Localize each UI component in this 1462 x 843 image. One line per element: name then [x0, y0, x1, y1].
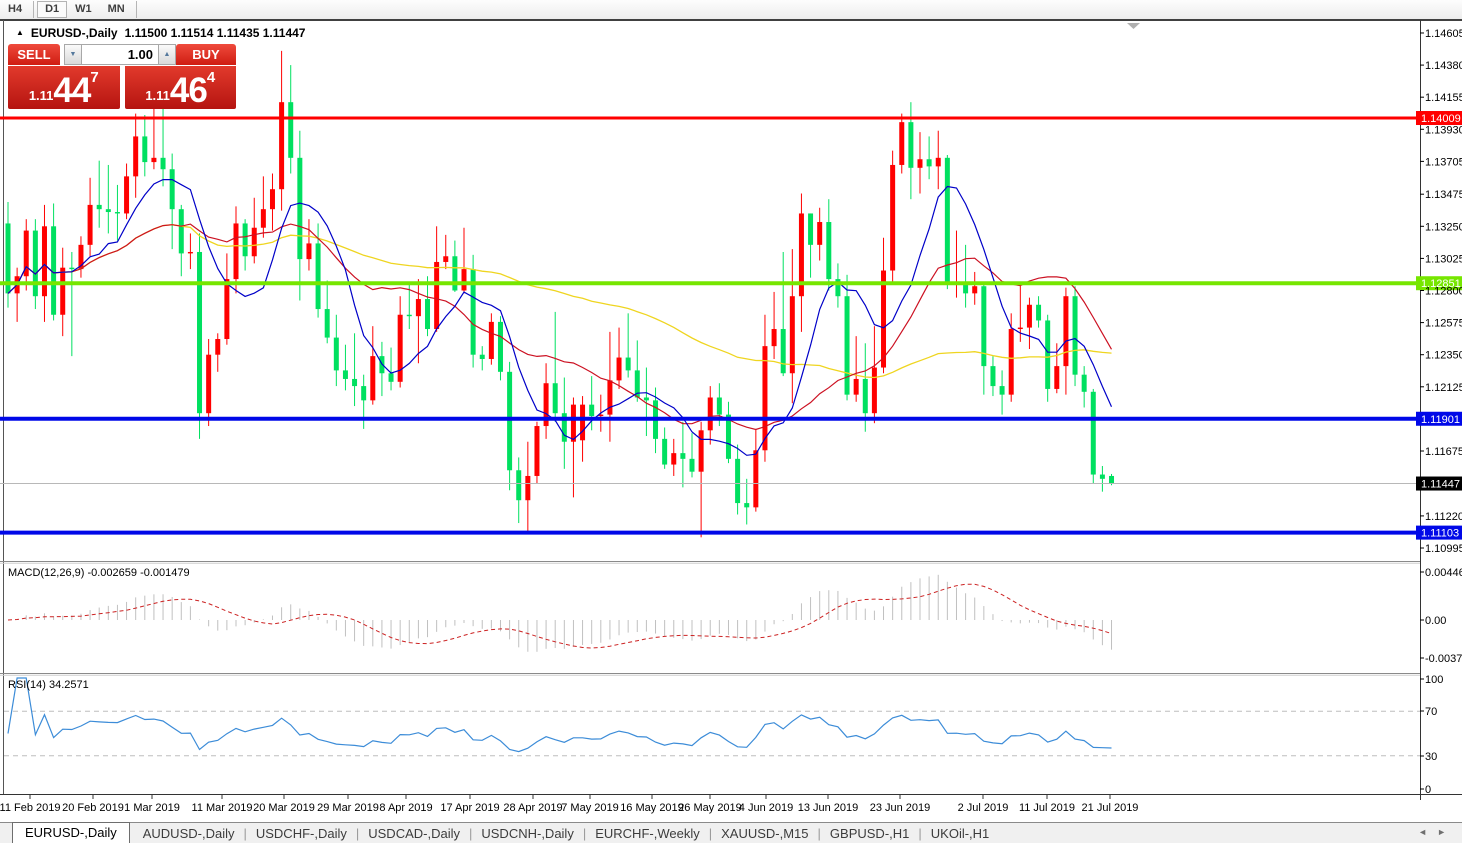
- sell-price-prefix: 1.11: [29, 88, 54, 103]
- svg-text:20 Mar 2019: 20 Mar 2019: [253, 802, 315, 814]
- chart-tab-eurusd-daily[interactable]: EURUSD-,Daily: [12, 822, 130, 843]
- timeframe-d1-button[interactable]: D1: [37, 1, 67, 18]
- svg-text:7 May 2019: 7 May 2019: [561, 802, 618, 814]
- svg-text:100: 100: [1425, 674, 1443, 686]
- tab-separator: |: [916, 826, 923, 841]
- svg-text:1.14380: 1.14380: [1425, 60, 1462, 72]
- svg-text:0.00: 0.00: [1425, 615, 1446, 627]
- svg-text:23 Jun 2019: 23 Jun 2019: [870, 802, 931, 814]
- collapse-triangle-icon[interactable]: ▲: [16, 28, 24, 37]
- svg-text:0.004465: 0.004465: [1425, 567, 1462, 579]
- sell-price-box[interactable]: 1.11447: [8, 65, 120, 109]
- svg-text:1.12350: 1.12350: [1425, 350, 1462, 362]
- svg-text:26 May 2019: 26 May 2019: [678, 802, 742, 814]
- tab-separator: |: [354, 826, 361, 841]
- svg-text:21 Jul 2019: 21 Jul 2019: [1082, 802, 1139, 814]
- svg-text:28 Apr 2019: 28 Apr 2019: [503, 802, 562, 814]
- chart-tab-audusd-daily[interactable]: AUDUSD-,Daily: [136, 826, 242, 841]
- svg-text:1 Mar 2019: 1 Mar 2019: [124, 802, 180, 814]
- svg-text:1.11901: 1.11901: [1421, 414, 1460, 426]
- toolbar-separator: [136, 1, 137, 18]
- volume-increase-button[interactable]: ▲: [158, 44, 176, 65]
- svg-text:16 May 2019: 16 May 2019: [620, 802, 684, 814]
- chart-canvas: 1.140091.128511.119011.111031.114471.146…: [0, 19, 1462, 822]
- svg-text:2 Jul 2019: 2 Jul 2019: [958, 802, 1009, 814]
- tab-separator: |: [467, 826, 474, 841]
- svg-text:30: 30: [1425, 751, 1437, 763]
- timeframe-mn-button[interactable]: MN: [100, 1, 133, 18]
- buy-price-prefix: 1.11: [145, 88, 170, 103]
- tab-separator: |: [241, 826, 248, 841]
- svg-text:1.13705: 1.13705: [1425, 156, 1462, 168]
- chart-tab-xauusd-m15[interactable]: XAUUSD-,M15: [714, 826, 815, 841]
- svg-text:4 Jun 2019: 4 Jun 2019: [739, 802, 793, 814]
- buy-price-box[interactable]: 1.11464: [125, 65, 237, 109]
- svg-text:1.12125: 1.12125: [1425, 382, 1462, 394]
- volume-stepper: ▼ ▲: [64, 44, 176, 65]
- tab-scroll-arrows[interactable]: ◄►: [1418, 827, 1456, 837]
- chart-tab-usdcad-daily[interactable]: USDCAD-,Daily: [361, 826, 467, 841]
- svg-text:-0.003715: -0.003715: [1425, 653, 1462, 665]
- buy-button[interactable]: BUY: [176, 44, 236, 65]
- svg-text:70: 70: [1425, 706, 1437, 718]
- chart-tab-bar: EURUSD-,DailyAUDUSD-,Daily|USDCHF-,Daily…: [0, 822, 1462, 843]
- svg-text:1.13025: 1.13025: [1425, 253, 1462, 265]
- svg-text:1.11675: 1.11675: [1425, 446, 1462, 458]
- svg-text:1.11103: 1.11103: [1421, 528, 1459, 540]
- svg-text:20 Feb 2019: 20 Feb 2019: [62, 802, 124, 814]
- tab-separator: |: [581, 826, 588, 841]
- chart-tab-usdchf-daily[interactable]: USDCHF-,Daily: [249, 826, 354, 841]
- timeframe-toolbar: H4 D1 W1 MN: [0, 0, 1462, 20]
- svg-text:8 Apr 2019: 8 Apr 2019: [379, 802, 432, 814]
- chart-tab-gbpusd-h1[interactable]: GBPUSD-,H1: [823, 826, 916, 841]
- svg-text:1.14009: 1.14009: [1421, 113, 1461, 125]
- rsi-indicator-label: RSI(14) 34.2571: [8, 679, 89, 691]
- svg-text:1.12575: 1.12575: [1425, 318, 1462, 330]
- buy-price-pip: 4: [207, 69, 215, 86]
- svg-text:1.13250: 1.13250: [1425, 221, 1462, 233]
- svg-text:29 Mar 2019: 29 Mar 2019: [317, 802, 379, 814]
- toolbar-separator: [33, 1, 34, 18]
- timeframe-h4-button[interactable]: H4: [0, 1, 30, 18]
- mt4-chart-window: H4 D1 W1 MN 1.140091.128511.119011.11103…: [0, 0, 1462, 843]
- symbol-period-label: EURUSD-,Daily: [31, 26, 118, 40]
- sell-price-pip: 7: [90, 69, 98, 86]
- tab-separator: |: [707, 826, 714, 841]
- sell-button[interactable]: SELL: [8, 44, 60, 65]
- svg-text:1.14605: 1.14605: [1425, 28, 1462, 40]
- svg-text:13 Jun 2019: 13 Jun 2019: [798, 802, 859, 814]
- one-click-trading-panel: SELL ▼ ▲ BUY 1.11447 1.11464: [8, 44, 236, 109]
- svg-text:1.10995: 1.10995: [1425, 543, 1462, 555]
- chart-symbol-title: ▲ EURUSD-,Daily 1.11500 1.11514 1.11435 …: [16, 26, 305, 40]
- svg-text:1.13930: 1.13930: [1425, 124, 1462, 136]
- timeframe-w1-button[interactable]: W1: [67, 1, 100, 18]
- svg-text:1.11220: 1.11220: [1425, 511, 1462, 523]
- svg-text:1.12800: 1.12800: [1425, 285, 1462, 297]
- chart-tab-usdcnh-daily[interactable]: USDCNH-,Daily: [474, 826, 580, 841]
- svg-text:17 Apr 2019: 17 Apr 2019: [440, 802, 499, 814]
- current-price-label: 1.11447: [1421, 479, 1460, 491]
- svg-text:11 Jul 2019: 11 Jul 2019: [1019, 802, 1075, 814]
- chart-tab-eurchf-weekly[interactable]: EURCHF-,Weekly: [588, 826, 707, 841]
- svg-text:11 Feb 2019: 11 Feb 2019: [0, 802, 60, 814]
- tab-separator: |: [816, 826, 823, 841]
- svg-text:11 Mar 2019: 11 Mar 2019: [192, 802, 253, 814]
- sell-price-main: 44: [53, 74, 90, 107]
- chart-tab-ukoil-h1[interactable]: UKOil-,H1: [924, 826, 997, 841]
- svg-text:1.14155: 1.14155: [1425, 92, 1462, 104]
- svg-text:0: 0: [1425, 784, 1431, 796]
- ohlc-values: 1.11500 1.11514 1.11435 1.11447: [125, 26, 306, 40]
- buy-price-main: 46: [170, 74, 207, 107]
- volume-decrease-button[interactable]: ▼: [64, 44, 82, 65]
- volume-input[interactable]: [82, 44, 158, 65]
- svg-text:1.13475: 1.13475: [1425, 189, 1462, 201]
- macd-indicator-label: MACD(12,26,9) -0.002659 -0.001479: [8, 567, 190, 579]
